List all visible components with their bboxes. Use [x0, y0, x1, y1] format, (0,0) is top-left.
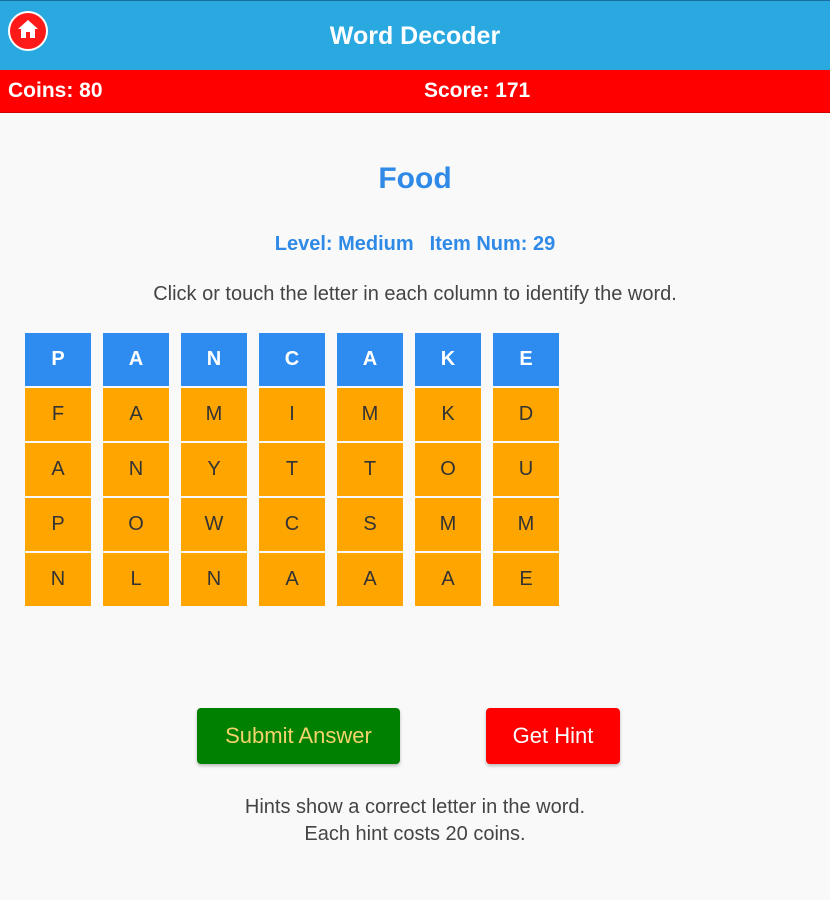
selected-letter-tile[interactable]: A — [103, 333, 169, 386]
letter-option-tile[interactable]: D — [493, 388, 559, 441]
letter-option-tile[interactable]: P — [25, 498, 91, 551]
letter-option-tile[interactable]: N — [25, 553, 91, 606]
category-title: Food — [378, 162, 452, 195]
selected-letter-tile[interactable]: N — [181, 333, 247, 386]
letter-option-tile[interactable]: S — [337, 498, 403, 551]
letter-option-tile[interactable]: F — [25, 388, 91, 441]
letter-option-tile[interactable]: I — [259, 388, 325, 441]
letter-option-tile[interactable]: N — [181, 553, 247, 606]
letter-option-tile[interactable]: O — [415, 443, 481, 496]
letter-option-tile[interactable]: O — [103, 498, 169, 551]
letter-option-tile[interactable]: U — [493, 443, 559, 496]
letter-option-tile[interactable]: W — [181, 498, 247, 551]
letter-option-tile[interactable]: A — [415, 553, 481, 606]
status-bar: Coins: 80 Score: 171 — [0, 70, 830, 113]
home-button[interactable] — [8, 11, 48, 51]
score-counter: Score: 171 — [424, 79, 531, 102]
letter-option-tile[interactable]: A — [259, 553, 325, 606]
letter-column: PFAPN — [25, 333, 91, 606]
instruction-text: Click or touch the letter in each column… — [153, 283, 677, 305]
letter-option-tile[interactable]: A — [25, 443, 91, 496]
selected-letter-tile[interactable]: C — [259, 333, 325, 386]
letter-grid: PFAPNAANOLNMYWNCITCAAMTSAKKOMAEDUME — [25, 333, 559, 606]
app-title: Word Decoder — [329, 22, 501, 50]
letter-option-tile[interactable]: T — [337, 443, 403, 496]
letter-column: NMYWN — [181, 333, 247, 606]
letter-option-tile[interactable]: C — [259, 498, 325, 551]
level-label: Level: Medium — [274, 233, 414, 255]
letter-option-tile[interactable]: M — [493, 498, 559, 551]
letter-option-tile[interactable]: Y — [181, 443, 247, 496]
letter-column: AANOL — [103, 333, 169, 606]
item-number-label: Item Num: 29 — [429, 233, 556, 255]
letter-option-tile[interactable]: A — [337, 553, 403, 606]
selected-letter-tile[interactable]: K — [415, 333, 481, 386]
letter-column: AMTSA — [337, 333, 403, 606]
selected-letter-tile[interactable]: A — [337, 333, 403, 386]
letter-option-tile[interactable]: T — [259, 443, 325, 496]
letter-option-tile[interactable]: L — [103, 553, 169, 606]
puzzle-meta: Level: Medium Item Num: 29 — [0, 233, 830, 256]
letter-column: EDUME — [493, 333, 559, 606]
selected-letter-tile[interactable]: P — [25, 333, 91, 386]
hint-note-line-1: Hints show a correct letter in the word. — [244, 796, 586, 818]
letter-column: KKOMA — [415, 333, 481, 606]
letter-option-tile[interactable]: K — [415, 388, 481, 441]
letter-option-tile[interactable]: M — [337, 388, 403, 441]
letter-option-tile[interactable]: M — [181, 388, 247, 441]
submit-answer-button[interactable]: Submit Answer — [197, 708, 400, 764]
get-hint-button[interactable]: Get Hint — [486, 708, 620, 764]
letter-option-tile[interactable]: E — [493, 553, 559, 606]
hint-note-line-2: Each hint costs 20 coins. — [304, 823, 526, 845]
app-header: Word Decoder — [0, 0, 830, 70]
selected-letter-tile[interactable]: E — [493, 333, 559, 386]
letter-option-tile[interactable]: A — [103, 388, 169, 441]
letter-option-tile[interactable]: N — [103, 443, 169, 496]
letter-option-tile[interactable]: M — [415, 498, 481, 551]
home-icon — [16, 17, 40, 46]
coins-counter: Coins: 80 — [8, 79, 103, 102]
letter-column: CITCA — [259, 333, 325, 606]
